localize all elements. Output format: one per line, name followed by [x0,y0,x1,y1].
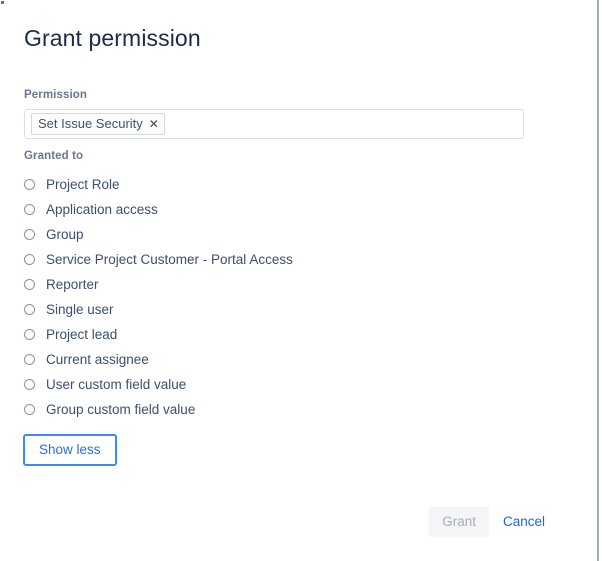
radio-option-project-lead[interactable]: Project lead [24,322,544,347]
radio-option-reporter[interactable]: Reporter [24,272,544,297]
radio-icon[interactable] [24,254,35,265]
radio-option-application-access[interactable]: Application access [24,197,544,222]
radio-option-label: Service Project Customer - Portal Access [46,251,293,267]
page-title: Grant permission [24,25,201,51]
radio-option-label: User custom field value [46,376,187,392]
radio-option-label: Project Role [46,176,120,192]
dialog-footer: Grant Cancel [429,507,547,537]
radio-option-label: Group [46,226,84,242]
granted-to-group: Granted to Project Role Application acce… [24,149,544,422]
radio-option-label: Current assignee [46,351,149,367]
close-icon[interactable]: ✕ [149,118,159,130]
radio-icon[interactable] [24,329,35,340]
radio-option-label: Reporter [46,276,99,292]
cancel-button[interactable]: Cancel [501,507,547,537]
radio-icon[interactable] [24,279,35,290]
radio-icon[interactable] [24,179,35,190]
radio-option-label: Application access [46,201,158,217]
radio-option-single-user[interactable]: Single user [24,297,544,322]
radio-icon[interactable] [24,379,35,390]
radio-option-label: Single user [46,301,114,317]
radio-option-service-project-customer[interactable]: Service Project Customer - Portal Access [24,247,544,272]
window-corner-marker [1,1,4,4]
radio-icon[interactable] [24,304,35,315]
permission-multiselect[interactable]: Set Issue Security ✕ [24,109,524,139]
permission-label: Permission [24,89,87,101]
radio-icon[interactable] [24,354,35,365]
grant-button[interactable]: Grant [429,507,489,537]
radio-option-current-assignee[interactable]: Current assignee [24,347,544,372]
radio-option-label: Project lead [46,326,118,342]
permission-field-group: Permission Set Issue Security ✕ [24,88,524,139]
radio-option-label: Group custom field value [46,401,196,417]
radio-icon[interactable] [24,229,35,240]
radio-option-project-role[interactable]: Project Role [24,172,544,197]
radio-icon[interactable] [24,204,35,215]
permission-chip[interactable]: Set Issue Security ✕ [31,113,165,135]
radio-icon[interactable] [24,404,35,415]
radio-option-group[interactable]: Group [24,222,544,247]
panel-right-edge [597,0,599,561]
radio-option-user-custom-field-value[interactable]: User custom field value [24,372,544,397]
permission-chip-label: Set Issue Security [38,116,143,131]
grant-permission-dialog: Grant permission Permission Set Issue Se… [0,0,592,561]
show-less-button[interactable]: Show less [23,434,117,466]
granted-to-label: Granted to [24,150,84,162]
radio-option-group-custom-field-value[interactable]: Group custom field value [24,397,544,422]
